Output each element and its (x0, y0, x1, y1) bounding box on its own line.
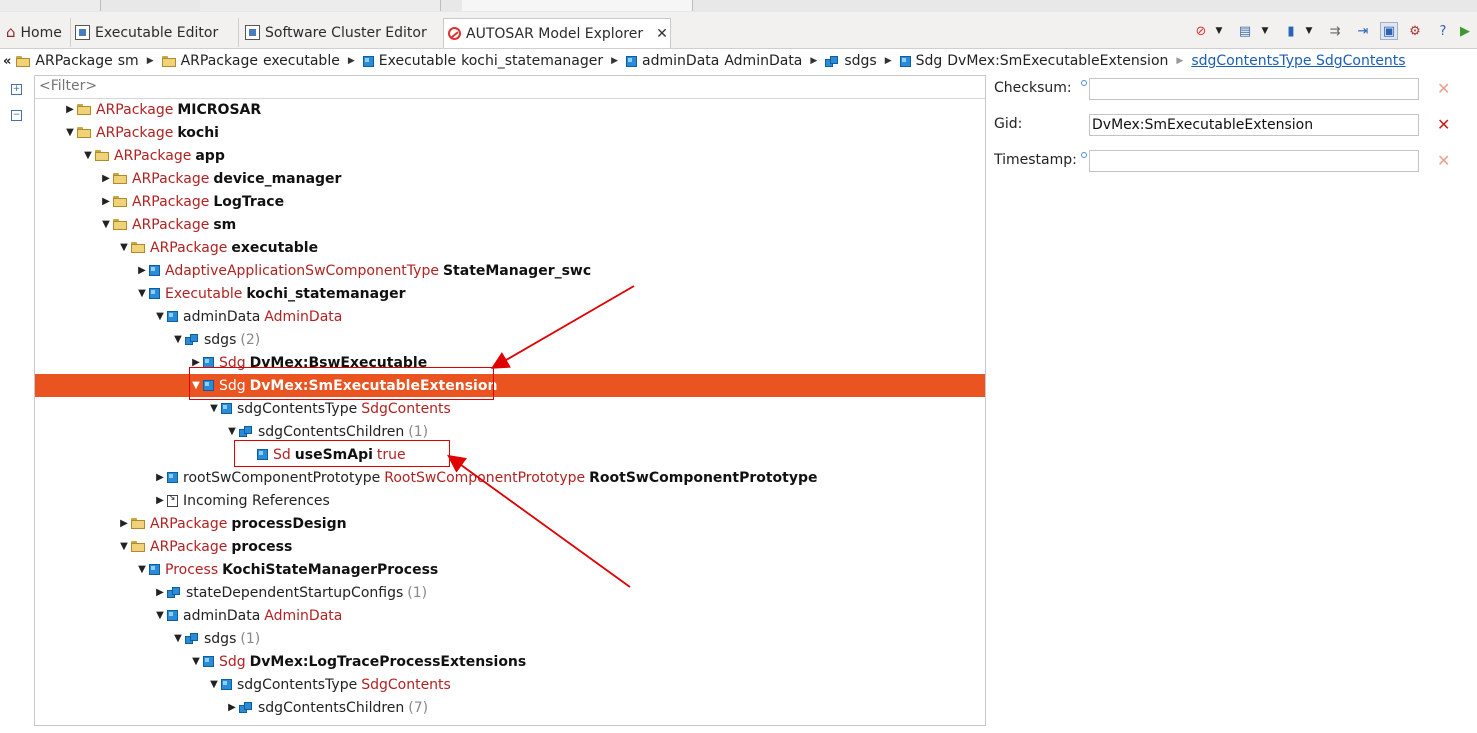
annotation-arrow (447, 454, 631, 588)
annotation-arrow (490, 285, 635, 369)
annotation-arrows (447, 285, 635, 588)
